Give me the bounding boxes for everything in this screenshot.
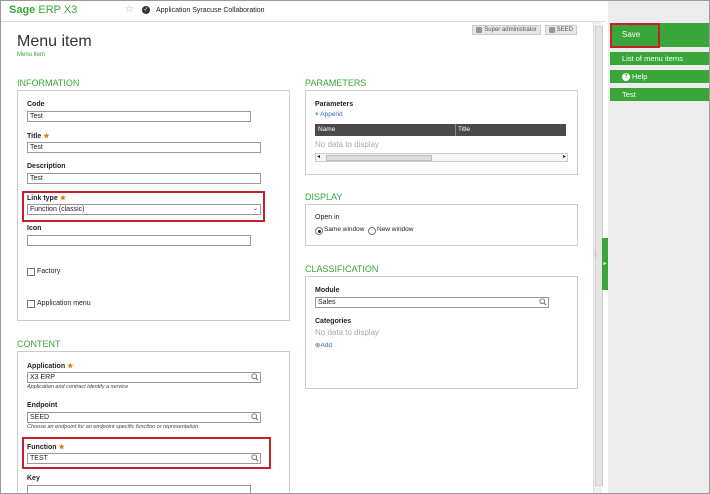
categories-label: Categories: [315, 318, 352, 325]
code-field[interactable]: Test: [27, 111, 251, 122]
endpoint-badge[interactable]: SEED: [544, 25, 577, 35]
function-highlight: [22, 437, 271, 469]
icon-label: Icon: [27, 225, 42, 232]
page-title: Menu item: [17, 33, 92, 50]
user-badge[interactable]: Super administrator: [472, 25, 541, 35]
scrollbar-thumb[interactable]: [326, 155, 432, 161]
title-field[interactable]: Test: [27, 142, 261, 153]
search-icon[interactable]: [251, 373, 259, 381]
factory-label: Factory: [37, 268, 61, 275]
new-window-label: New window: [377, 226, 414, 233]
required-star-icon: ★: [67, 363, 74, 370]
window-frame: Sage ERP X3 ☆ ✓ Application Syracuse Col…: [0, 0, 710, 494]
key-field[interactable]: [27, 485, 251, 493]
icon-field[interactable]: [27, 235, 251, 246]
title-label: Title ★: [27, 133, 50, 140]
grip-icon: ⁞: [595, 253, 597, 259]
display-panel: Open in Same window New window: [305, 204, 578, 246]
star-icon[interactable]: ☆: [125, 4, 134, 15]
application-hint: Application and contract identify a serv…: [27, 384, 129, 390]
plus-icon: +: [315, 111, 319, 118]
application-menu-checkbox[interactable]: [27, 300, 35, 308]
parameters-panel: Parameters + Append Name Title No data t…: [305, 90, 578, 175]
application-menu-label: Application menu: [37, 300, 91, 307]
section-display-title: DISPLAY: [305, 192, 343, 202]
breadcrumb[interactable]: Menu item: [17, 52, 45, 58]
classification-panel: Module Sales Categories No data to displ…: [305, 276, 578, 389]
action-panel: Save List of menu items ? Help Test: [608, 1, 709, 493]
description-field[interactable]: Test: [27, 173, 261, 184]
column-title[interactable]: Title: [458, 126, 470, 133]
add-category-link[interactable]: ⊕Add: [315, 341, 332, 349]
key-label: Key: [27, 475, 40, 482]
check-circle-icon[interactable]: ✓: [142, 6, 150, 14]
parameters-label: Parameters: [315, 101, 354, 108]
parameters-empty-text: No data to display: [315, 140, 380, 149]
arrow-right-icon: ▸: [603, 261, 607, 267]
code-label: Code: [27, 101, 45, 108]
session-badges: Super administrator SEED: [472, 25, 577, 35]
arrow-right-icon[interactable]: ▸: [563, 153, 566, 160]
top-bar: Sage ERP X3 ☆ ✓ Application Syracuse Col…: [1, 1, 605, 22]
arrow-left-icon[interactable]: ◂: [317, 153, 320, 160]
application-label: Application ★: [27, 363, 74, 370]
open-in-label: Open in: [315, 214, 340, 221]
content-panel: Application ★ X3 ERP Application and con…: [17, 351, 290, 493]
application-field[interactable]: X3 ERP: [27, 372, 261, 383]
factory-checkbox[interactable]: [27, 268, 35, 276]
description-label: Description: [27, 163, 66, 170]
list-of-menu-items-button[interactable]: List of menu items: [610, 52, 709, 65]
same-window-radio[interactable]: [315, 227, 323, 235]
required-star-icon: ★: [43, 133, 50, 140]
section-content-title: CONTENT: [17, 339, 61, 349]
endpoint-hint: Choose an endpoint for an endpoint speci…: [27, 424, 199, 430]
section-information-title: INFORMATION: [17, 78, 80, 88]
information-panel: Code Test Title ★ Test Description Test …: [17, 90, 290, 321]
help-icon: ?: [622, 73, 630, 82]
help-button[interactable]: ? Help: [610, 70, 709, 83]
endpoint-field[interactable]: SEED: [27, 412, 261, 423]
module-label: Module: [315, 287, 340, 294]
column-name[interactable]: Name: [318, 126, 335, 133]
same-window-label: Same window: [324, 226, 365, 233]
endpoint-label: Endpoint: [27, 402, 58, 409]
parameters-grid-header: Name Title: [315, 124, 566, 136]
new-window-radio[interactable]: [368, 227, 376, 235]
categories-empty-text: No data to display: [315, 328, 380, 337]
parameters-horizontal-scrollbar[interactable]: ◂ ▸: [315, 153, 568, 162]
sage-logo[interactable]: Sage ERP X3: [9, 4, 77, 16]
module-field[interactable]: Sales: [315, 297, 549, 308]
section-classification-title: CLASSIFICATION: [305, 264, 379, 274]
application-title[interactable]: Application Syracuse Collaboration: [156, 7, 265, 14]
endpoint-icon: [548, 27, 555, 33]
search-icon[interactable]: [539, 298, 547, 306]
section-parameters-title: PARAMETERS: [305, 78, 367, 88]
search-icon[interactable]: [251, 413, 259, 421]
user-icon: [476, 27, 483, 33]
main-content: Super administrator SEED Menu item Menu …: [1, 22, 593, 493]
append-link[interactable]: + Append: [315, 111, 343, 118]
link-type-highlight: [22, 191, 265, 222]
save-highlight: [610, 23, 660, 48]
test-button[interactable]: Test: [610, 88, 709, 101]
